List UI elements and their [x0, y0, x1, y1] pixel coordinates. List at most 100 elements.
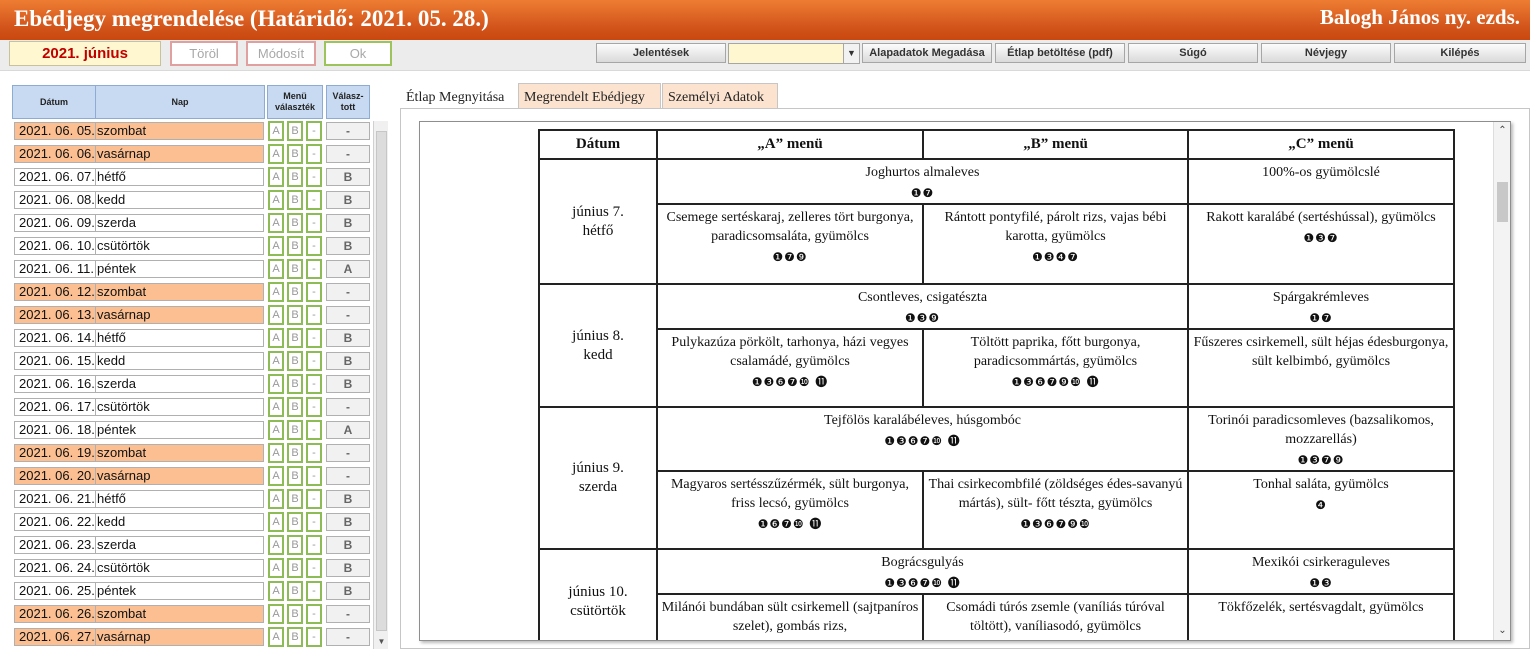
option-b-button[interactable]: B: [287, 535, 303, 555]
option-b-button[interactable]: B: [287, 627, 303, 647]
option-b-button[interactable]: B: [287, 466, 303, 486]
option-c-button[interactable]: -: [306, 604, 322, 624]
delete-button[interactable]: Töröl: [170, 41, 238, 66]
option-a-button[interactable]: A: [268, 374, 284, 394]
option-b-button[interactable]: B: [287, 328, 303, 348]
option-c-button[interactable]: -: [306, 259, 322, 279]
option-a-button[interactable]: A: [268, 167, 284, 187]
table-row[interactable]: 2021. 06. 19. szombat A B - -: [10, 443, 372, 466]
option-b-button[interactable]: B: [287, 305, 303, 325]
option-a-button[interactable]: A: [268, 397, 284, 417]
table-row[interactable]: 2021. 06. 06. vasárnap A B - -: [10, 144, 372, 167]
option-b-button[interactable]: B: [287, 604, 303, 624]
table-row[interactable]: 2021. 06. 22. kedd A B - B: [10, 512, 372, 535]
option-c-button[interactable]: -: [306, 443, 322, 463]
option-b-button[interactable]: B: [287, 236, 303, 256]
option-a-button[interactable]: A: [268, 535, 284, 555]
option-a-button[interactable]: A: [268, 121, 284, 141]
option-b-button[interactable]: B: [287, 558, 303, 578]
option-a-button[interactable]: A: [268, 581, 284, 601]
option-c-button[interactable]: -: [306, 351, 322, 371]
option-a-button[interactable]: A: [268, 604, 284, 624]
scroll-up-icon[interactable]: ⌃: [1494, 124, 1510, 138]
option-c-button[interactable]: -: [306, 190, 322, 210]
option-b-button[interactable]: B: [287, 190, 303, 210]
option-a-button[interactable]: A: [268, 512, 284, 532]
option-c-button[interactable]: -: [306, 420, 322, 440]
table-row[interactable]: 2021. 06. 12. szombat A B - -: [10, 282, 372, 305]
table-row[interactable]: 2021. 06. 24. csütörtök A B - B: [10, 558, 372, 581]
option-a-button[interactable]: A: [268, 236, 284, 256]
base-data-button[interactable]: Alapadatok Megadása: [862, 43, 992, 63]
table-row[interactable]: 2021. 06. 16. szerda A B - B: [10, 374, 372, 397]
report-select[interactable]: ▼: [728, 43, 860, 64]
table-row[interactable]: 2021. 06. 15. kedd A B - B: [10, 351, 372, 374]
option-c-button[interactable]: -: [306, 535, 322, 555]
option-c-button[interactable]: -: [306, 489, 322, 509]
table-row[interactable]: 2021. 06. 08. kedd A B - B: [10, 190, 372, 213]
option-c-button[interactable]: -: [306, 236, 322, 256]
table-row[interactable]: 2021. 06. 20. vasárnap A B - -: [10, 466, 372, 489]
table-row[interactable]: 2021. 06. 14. hétfő A B - B: [10, 328, 372, 351]
option-b-button[interactable]: B: [287, 420, 303, 440]
option-b-button[interactable]: B: [287, 581, 303, 601]
load-menu-pdf-button[interactable]: Étlap betöltése (pdf): [995, 43, 1125, 63]
table-row[interactable]: 2021. 06. 07. hétfő A B - B: [10, 167, 372, 190]
option-b-button[interactable]: B: [287, 282, 303, 302]
option-a-button[interactable]: A: [268, 259, 284, 279]
option-a-button[interactable]: A: [268, 558, 284, 578]
scroll-down-icon[interactable]: ▼: [376, 637, 387, 649]
option-b-button[interactable]: B: [287, 374, 303, 394]
option-b-button[interactable]: B: [287, 121, 303, 141]
option-b-button[interactable]: B: [287, 351, 303, 371]
tab-ordered-tickets[interactable]: Megrendelt Ebédjegy: [518, 83, 661, 108]
option-b-button[interactable]: B: [287, 512, 303, 532]
table-row[interactable]: 2021. 06. 26. szombat A B - -: [10, 604, 372, 627]
table-row[interactable]: 2021. 06. 13. vasárnap A B - -: [10, 305, 372, 328]
option-b-button[interactable]: B: [287, 489, 303, 509]
grid-scrollbar[interactable]: ▼: [373, 121, 388, 649]
table-row[interactable]: 2021. 06. 09. szerda A B - B: [10, 213, 372, 236]
table-row[interactable]: 2021. 06. 25. péntek A B - B: [10, 581, 372, 604]
option-c-button[interactable]: -: [306, 328, 322, 348]
option-c-button[interactable]: -: [306, 627, 322, 647]
scroll-down-icon[interactable]: ⌄: [1494, 624, 1510, 638]
table-row[interactable]: 2021. 06. 05. szombat A B - -: [10, 121, 372, 144]
tab-personal-data[interactable]: Személyi Adatok: [662, 83, 778, 108]
month-display[interactable]: 2021. június: [9, 41, 161, 66]
option-a-button[interactable]: A: [268, 351, 284, 371]
option-c-button[interactable]: -: [306, 397, 322, 417]
help-button[interactable]: Súgó: [1128, 43, 1258, 63]
reports-button[interactable]: Jelentések: [596, 43, 726, 63]
table-row[interactable]: 2021. 06. 21. hétfő A B - B: [10, 489, 372, 512]
chevron-down-icon[interactable]: ▼: [843, 44, 859, 63]
option-a-button[interactable]: A: [268, 144, 284, 164]
table-row[interactable]: 2021. 06. 27. vasárnap A B - -: [10, 627, 372, 649]
scrollbar-thumb[interactable]: [376, 131, 387, 631]
option-a-button[interactable]: A: [268, 443, 284, 463]
exit-button[interactable]: Kilépés: [1394, 43, 1526, 63]
table-row[interactable]: 2021. 06. 23. szerda A B - B: [10, 535, 372, 558]
option-b-button[interactable]: B: [287, 144, 303, 164]
option-a-button[interactable]: A: [268, 190, 284, 210]
option-a-button[interactable]: A: [268, 282, 284, 302]
option-a-button[interactable]: A: [268, 420, 284, 440]
option-c-button[interactable]: -: [306, 581, 322, 601]
option-a-button[interactable]: A: [268, 328, 284, 348]
option-a-button[interactable]: A: [268, 466, 284, 486]
option-b-button[interactable]: B: [287, 213, 303, 233]
pdf-scroll-thumb[interactable]: [1497, 182, 1508, 222]
option-c-button[interactable]: -: [306, 466, 322, 486]
pdf-viewer[interactable]: Dátum „A” menü „B” menü „C” menü június …: [419, 121, 1511, 641]
about-button[interactable]: Névjegy: [1261, 43, 1391, 63]
option-c-button[interactable]: -: [306, 121, 322, 141]
pdf-scrollbar[interactable]: ⌃ ⌄: [1493, 122, 1510, 640]
option-a-button[interactable]: A: [268, 213, 284, 233]
option-c-button[interactable]: -: [306, 144, 322, 164]
option-a-button[interactable]: A: [268, 305, 284, 325]
table-row[interactable]: 2021. 06. 11. péntek A B - A: [10, 259, 372, 282]
modify-button[interactable]: Módosít: [246, 41, 316, 66]
table-row[interactable]: 2021. 06. 18. péntek A B - A: [10, 420, 372, 443]
option-b-button[interactable]: B: [287, 259, 303, 279]
table-row[interactable]: 2021. 06. 17. csütörtök A B - -: [10, 397, 372, 420]
